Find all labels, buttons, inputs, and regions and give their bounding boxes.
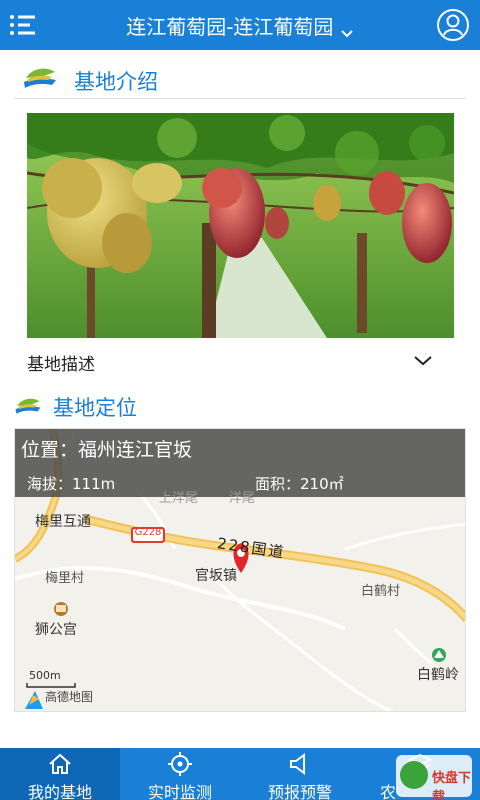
home-icon: [48, 752, 72, 776]
map-label: 白鹤岭: [417, 667, 459, 683]
description-label: 基地描述: [27, 355, 95, 375]
nav-forecast-warning[interactable]: 预报预警: [240, 748, 360, 800]
location-title: 基地定位: [53, 396, 137, 420]
description-toggle[interactable]: 基地描述: [27, 340, 454, 380]
road-shield: G228: [134, 527, 162, 538]
altitude-text: 海拔：111m: [27, 475, 116, 493]
intro-title: 基地介绍: [74, 70, 158, 94]
target-icon: [168, 752, 192, 776]
nav-label: 预报预警: [267, 783, 332, 800]
location-section-header: 基地定位: [0, 388, 480, 428]
map-label: 白鹤村: [361, 584, 401, 599]
section-logo-icon: [22, 66, 58, 94]
nav-label: 实时监测: [147, 783, 212, 800]
download-watermark: 快盘下载: [396, 755, 472, 800]
chevron-down-icon: [340, 22, 354, 37]
top-bar: 连江葡萄园-连江葡萄园: [0, 0, 480, 50]
area-text: 面积：210㎡: [255, 475, 344, 493]
map-label: 洋尾: [229, 491, 256, 506]
nav-realtime-monitor[interactable]: 实时监测: [120, 748, 240, 800]
vineyard-photo: [27, 113, 454, 338]
watermark-logo-icon: [400, 761, 428, 789]
section-logo-icon: [14, 396, 42, 420]
map-label: 官坂镇: [195, 568, 237, 584]
scale-label: 500m: [29, 669, 61, 682]
location-map[interactable]: 位置：福州连江官坂 海拔：111m 面积：210㎡ 上洋尾 洋尾 梅里互通 G2…: [14, 428, 466, 712]
user-icon[interactable]: [436, 8, 470, 42]
map-label: 上洋尾: [159, 491, 199, 506]
map-provider-logo: 高德地图: [45, 690, 94, 704]
intro-section-header: 基地介绍: [0, 58, 480, 98]
watermark-text: 快盘下载: [432, 771, 472, 800]
page-title: 连江葡萄园-连江葡萄园: [126, 15, 334, 39]
nav-label: 我的基地: [27, 783, 92, 800]
divider: [14, 98, 466, 99]
location-text: 位置：福州连江官坂: [21, 439, 193, 461]
map-label: 梅里村: [45, 571, 85, 586]
nav-my-base[interactable]: 我的基地: [0, 748, 120, 800]
base-selector[interactable]: 连江葡萄园-连江葡萄园: [0, 11, 480, 40]
map-label: 梅里互通: [35, 514, 91, 530]
speaker-icon: [288, 752, 312, 776]
chevron-down-icon: [414, 352, 432, 366]
map-label: 狮公宫: [35, 622, 77, 638]
